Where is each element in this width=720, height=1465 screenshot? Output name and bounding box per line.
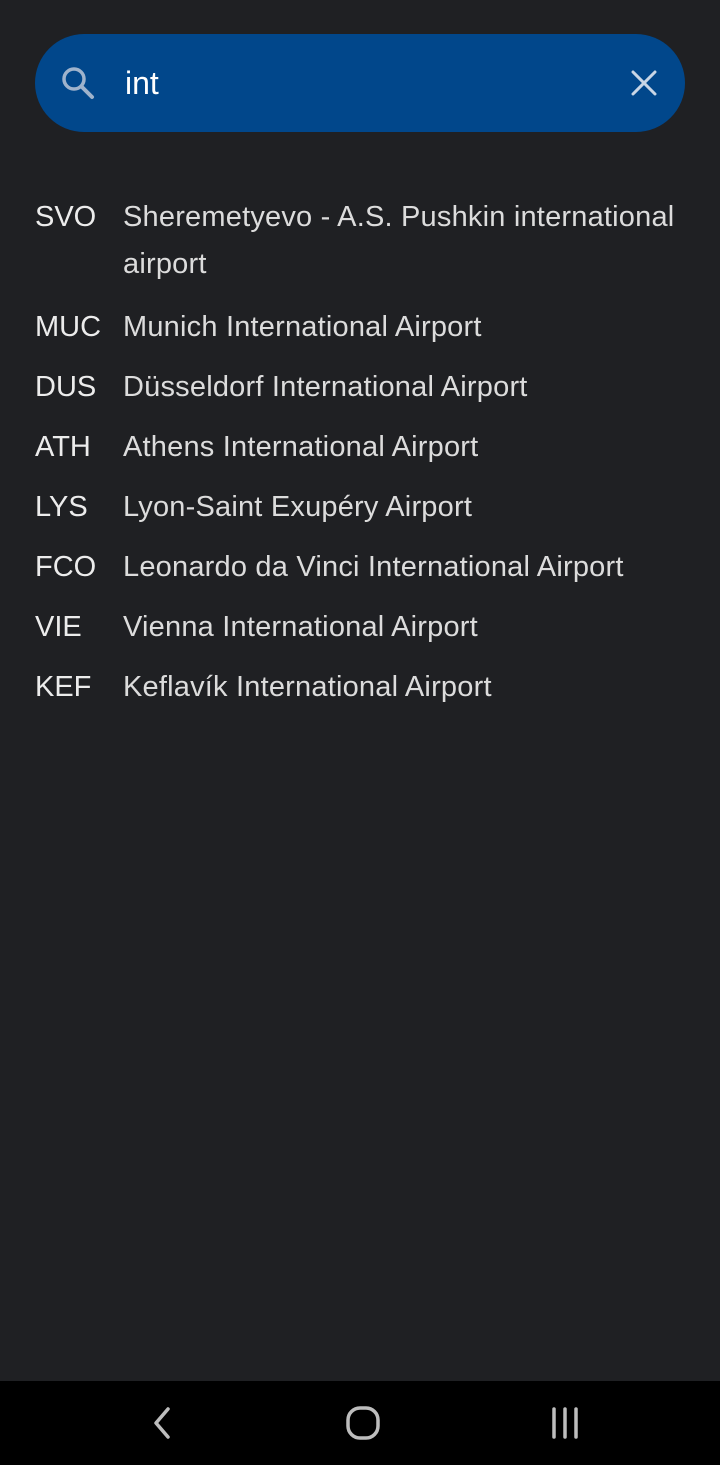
airport-code: LYS — [35, 491, 88, 523]
airport-name: Lyon-Saint Exupéry Airport — [123, 491, 473, 523]
list-item[interactable]: SVO Sheremetyevo - A.S. Pushkin internat… — [35, 192, 695, 297]
airport-name: Keflavík International Airport — [123, 671, 492, 703]
airport-search-screen: SVO Sheremetyevo - A.S. Pushkin internat… — [0, 0, 720, 1465]
airport-name: Leonardo da Vinci International Airport — [123, 551, 624, 583]
list-item[interactable]: LYS Lyon-Saint Exupéry Airport — [35, 477, 695, 537]
list-item[interactable]: DUS Düsseldorf International Airport — [35, 357, 695, 417]
airport-code: ATH — [35, 431, 91, 463]
search-icon — [59, 64, 97, 102]
list-item[interactable]: ATH Athens International Airport — [35, 417, 695, 477]
airport-code: VIE — [35, 611, 82, 643]
search-bar[interactable] — [35, 34, 685, 132]
system-nav-bar — [0, 1381, 720, 1465]
airport-name: Vienna International Airport — [123, 611, 478, 643]
home-icon[interactable] — [341, 1403, 385, 1443]
recents-icon[interactable] — [543, 1403, 587, 1443]
results-list: SVO Sheremetyevo - A.S. Pushkin internat… — [35, 192, 695, 717]
airport-name: Düsseldorf International Airport — [123, 371, 528, 403]
list-item[interactable]: KEF Keflavík International Airport — [35, 657, 695, 717]
airport-name: Athens International Airport — [123, 431, 479, 463]
list-item[interactable]: VIE Vienna International Airport — [35, 597, 695, 657]
airport-name: Sheremetyevo - A.S. Pushkin internationa… — [123, 201, 675, 280]
airport-code: SVO — [35, 201, 97, 233]
close-icon[interactable] — [625, 64, 663, 102]
list-item[interactable]: FCO Leonardo da Vinci International Airp… — [35, 537, 695, 597]
airport-code: KEF — [35, 671, 92, 703]
list-item[interactable]: MUC Munich International Airport — [35, 297, 695, 357]
airport-code: FCO — [35, 551, 97, 583]
airport-name: Munich International Airport — [123, 311, 482, 343]
airport-code: DUS — [35, 371, 97, 403]
airport-code: MUC — [35, 311, 102, 343]
chevron-left-icon[interactable] — [140, 1403, 184, 1443]
search-input[interactable] — [125, 58, 605, 108]
